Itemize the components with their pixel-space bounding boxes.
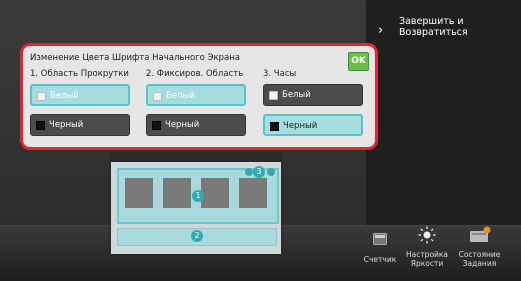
- chevron-right-icon: ›: [378, 23, 384, 38]
- finish-and-return-label: Завершить и Возвратиться: [399, 16, 468, 38]
- fixed-area-black-label: Черный: [165, 120, 200, 130]
- dialog-title: Изменение Цвета Шрифта Начального Экрана: [30, 53, 240, 63]
- preview-tile: [125, 178, 153, 208]
- preview-tile: [163, 178, 191, 208]
- clock-white-button[interactable]: Белый: [263, 84, 363, 106]
- preview-tile: [201, 178, 229, 208]
- fixed-area-white-button[interactable]: Белый: [146, 84, 246, 106]
- scroll-area-white-button[interactable]: Белый: [30, 84, 130, 106]
- scroll-area-black-label: Черный: [49, 120, 84, 130]
- column-header-clock: 3. Часы: [263, 69, 297, 79]
- counter-label: Счетчик: [363, 255, 397, 264]
- layout-preview: 1 3 2: [109, 152, 283, 256]
- marker-2: 2: [191, 230, 203, 242]
- clock-black-label: Черный: [283, 121, 318, 131]
- ok-button[interactable]: OK: [348, 52, 369, 71]
- column-header-scroll-area: 1. Область Прокрутки: [30, 69, 129, 79]
- marker-1: 1: [192, 190, 204, 202]
- counter-button[interactable]: Счетчик: [355, 233, 405, 264]
- checkbox-icon: [269, 91, 278, 100]
- column-header-fixed-area: 2. Фиксиров. Область: [146, 69, 244, 79]
- preview-scroll-area: 1 3: [117, 166, 279, 224]
- job-status-label: Состояние Задания: [458, 250, 501, 268]
- scroll-area-black-button[interactable]: Черный: [30, 114, 130, 136]
- brightness-icon: [418, 226, 436, 244]
- clock-white-label: Белый: [282, 90, 311, 100]
- checkbox-icon: [152, 121, 161, 130]
- brightness-button[interactable]: Настройка Яркости: [402, 226, 452, 268]
- preview-tile: [239, 178, 267, 208]
- marker-3: 3: [253, 166, 265, 178]
- marker-dot: [267, 168, 275, 176]
- checkbox-icon: [270, 122, 279, 131]
- checkbox-icon: [37, 92, 46, 101]
- job-status-button[interactable]: Состояние Задания: [452, 226, 507, 268]
- marker-dot: [245, 168, 253, 176]
- checkbox-icon: [36, 121, 45, 130]
- preview-fixed-area: 2: [117, 228, 277, 246]
- clock-black-button[interactable]: Черный: [263, 114, 363, 136]
- checkbox-icon: [153, 92, 162, 101]
- counter-icon: [373, 233, 387, 245]
- job-status-icon: [469, 226, 490, 242]
- finish-and-return-button[interactable]: › Завершить и Возвратиться: [375, 10, 515, 50]
- font-color-dialog: Изменение Цвета Шрифта Начального Экрана…: [20, 43, 378, 150]
- brightness-label: Настройка Яркости: [405, 250, 449, 268]
- home-screen: › Завершить и Возвратиться Счетчик Настр…: [0, 0, 521, 281]
- fixed-area-black-button[interactable]: Черный: [146, 114, 246, 136]
- scroll-area-white-label: Белый: [50, 91, 79, 101]
- preview-header-bar: [111, 154, 281, 162]
- fixed-area-white-label: Белый: [166, 91, 195, 101]
